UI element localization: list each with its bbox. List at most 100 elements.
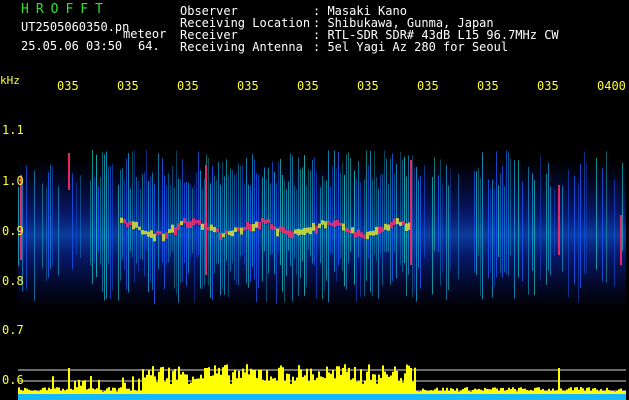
amplitude-bar <box>70 388 72 394</box>
amplitude-bar <box>422 388 424 394</box>
amplitude-bar <box>342 367 344 394</box>
amplitude-bar <box>248 374 250 394</box>
amplitude-bar <box>584 391 586 394</box>
amplitude-bar <box>500 388 502 394</box>
amplitude-bar <box>434 389 436 394</box>
signal-streak <box>348 152 349 264</box>
amplitude-bar <box>112 387 114 394</box>
amplitude-bar <box>466 387 468 394</box>
amplitude-bar <box>426 391 428 394</box>
signal-streak <box>210 183 211 298</box>
echo-dot <box>378 226 381 235</box>
echo-dot <box>312 222 315 231</box>
amplitude-bar <box>446 387 448 394</box>
signal-streak <box>528 166 529 295</box>
amplitude-bar <box>448 390 450 394</box>
amplitude-bar <box>202 378 204 394</box>
signal-streak <box>200 170 201 289</box>
signal-streak <box>178 178 179 303</box>
signal-streak <box>194 184 195 303</box>
echo-dot <box>258 221 261 230</box>
amplitude-bar <box>28 389 30 394</box>
y-tick-label: 0.6 <box>2 373 24 387</box>
amplitude-bar <box>594 387 596 394</box>
amplitude-bar <box>620 388 622 394</box>
signal-streak <box>256 173 257 303</box>
signal-streak <box>482 152 483 300</box>
amplitude-bar <box>344 364 346 394</box>
amplitude-bar <box>140 390 142 394</box>
amplitude-bar <box>574 387 576 394</box>
signal-streak <box>198 151 199 256</box>
amplitude-bar <box>398 380 400 394</box>
amplitude-bar <box>506 389 508 394</box>
signal-streak <box>228 175 229 297</box>
y-tick-label: 0.7 <box>2 323 24 337</box>
signal-streak <box>338 151 339 266</box>
echo-dot <box>318 223 321 229</box>
amplitude-bar <box>110 391 112 394</box>
amplitude-bar <box>114 387 116 394</box>
echo-dot <box>249 223 252 232</box>
echo-dot <box>264 219 267 225</box>
echo-dot <box>150 230 153 238</box>
signal-streak <box>98 186 99 252</box>
signal-streak <box>602 167 603 282</box>
y-tick-label: 0.8 <box>2 274 24 288</box>
amplitude-bar <box>120 387 122 394</box>
amplitude-bar <box>616 390 618 394</box>
echo-dot <box>222 233 225 238</box>
echo-dot <box>147 231 150 237</box>
amplitude-bar <box>428 390 430 394</box>
signal-streak <box>246 157 247 284</box>
amplitude-bar <box>608 390 610 394</box>
amplitude-bar <box>286 373 288 394</box>
amplitude-bar <box>408 365 410 394</box>
signal-streak <box>546 173 547 285</box>
amplitude-bar <box>436 387 438 394</box>
signal-streak <box>334 150 335 272</box>
echo-dot <box>213 227 216 233</box>
signal-streak <box>186 181 187 287</box>
amplitude-bar <box>406 364 408 394</box>
amplitude-bar <box>482 391 484 394</box>
amplitude-bar <box>164 381 166 394</box>
signal-streak <box>240 165 241 257</box>
amplitude-bar <box>358 380 360 394</box>
signal-streak <box>388 183 389 253</box>
echo-dot <box>228 231 231 236</box>
echo-dot <box>237 227 240 232</box>
signal-streak <box>322 175 323 300</box>
amplitude-bar <box>264 381 266 394</box>
echo-dot <box>294 229 297 234</box>
amplitude-bar <box>256 378 258 394</box>
signal-streak <box>404 156 405 264</box>
x-tick-label: 035 <box>537 79 559 93</box>
amplitude-bar <box>612 391 614 394</box>
amplitude-bar <box>556 390 558 394</box>
amplitude-bar <box>472 389 474 394</box>
signal-streak <box>492 179 493 298</box>
echo-dot <box>405 223 408 232</box>
amplitude-bar <box>336 366 338 394</box>
echo-dot <box>270 224 273 230</box>
amplitude-bar <box>300 369 302 394</box>
amplitude-bar <box>198 378 200 394</box>
signal-streak <box>412 155 413 298</box>
signal-streak <box>258 174 259 289</box>
echo-dot <box>198 219 201 225</box>
amplitude-bar <box>278 367 280 394</box>
echo-dot <box>375 226 378 235</box>
signal-streak <box>390 158 391 286</box>
amplitude-bar <box>22 391 24 394</box>
echo-dot <box>384 223 387 230</box>
amplitude-bar <box>618 389 620 394</box>
amplitude-bar <box>332 369 334 394</box>
amplitude-bar <box>604 391 606 394</box>
amplitude-bar <box>356 381 358 394</box>
amplitude-bar <box>308 381 310 394</box>
amplitude-bar <box>72 389 74 394</box>
signal-streak <box>222 161 223 290</box>
amplitude-bar <box>514 389 516 394</box>
echo-dot <box>240 227 243 235</box>
